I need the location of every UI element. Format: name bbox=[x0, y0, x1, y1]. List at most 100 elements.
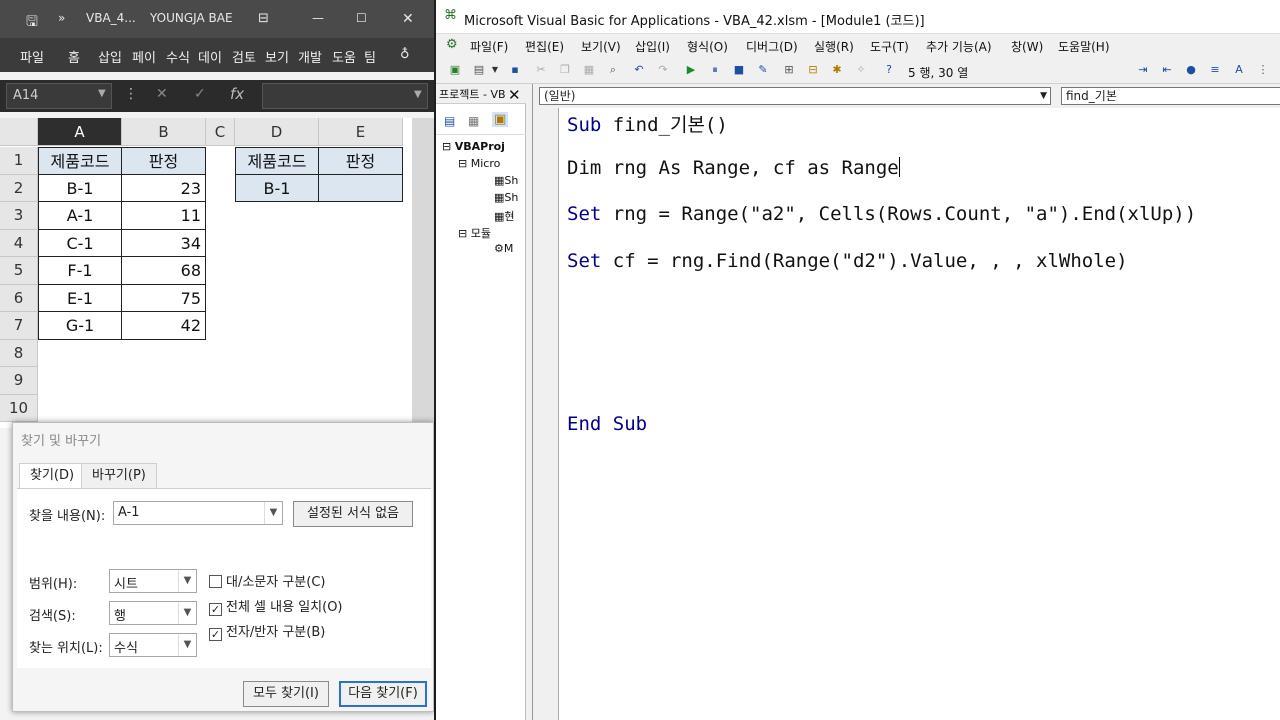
menu-file[interactable]: 파일(F) bbox=[470, 38, 508, 55]
menu-tools[interactable]: 도구(T) bbox=[870, 38, 909, 55]
header-cell-product-code[interactable]: 제품코드 bbox=[38, 147, 122, 175]
format-button[interactable]: 설정된 서식 없음 bbox=[293, 501, 413, 527]
row-header-4[interactable]: 4 bbox=[0, 229, 38, 257]
tab-insert[interactable]: 삽입 bbox=[98, 47, 122, 66]
tree-modules-folder[interactable]: ⊟ 모듈 bbox=[458, 225, 491, 241]
undo-icon[interactable]: ↶ bbox=[632, 63, 646, 77]
paste-icon[interactable]: ▦ bbox=[582, 63, 596, 77]
tab-data[interactable]: 데이 bbox=[198, 47, 222, 66]
name-box[interactable]: A14 bbox=[6, 83, 112, 109]
formula-input[interactable] bbox=[262, 83, 428, 109]
table-cell[interactable]: 42 bbox=[122, 312, 206, 340]
outdent-icon[interactable]: ⇤ bbox=[1160, 63, 1174, 77]
search-select[interactable]: 행 ▼ bbox=[109, 601, 197, 625]
code-line-2[interactable]: Dim rng As Range, cf as Range bbox=[567, 157, 900, 179]
find-next-button[interactable]: 다음 찾기(F) bbox=[339, 681, 427, 707]
tree-microsoft-objects[interactable]: ⊟ Micro bbox=[458, 157, 500, 170]
column-header-c[interactable]: C bbox=[206, 118, 235, 146]
header-cell-product-code-lookup[interactable]: 제품코드 bbox=[235, 147, 319, 175]
tree-module1[interactable]: ⚙M bbox=[494, 242, 513, 255]
toggle-folders-icon[interactable]: ▣ bbox=[492, 112, 509, 127]
lookup-code-cell[interactable]: B-1 bbox=[235, 174, 319, 202]
object-browser-icon[interactable]: ✱ bbox=[830, 63, 844, 77]
column-header-b[interactable]: B bbox=[122, 118, 206, 146]
menu-window[interactable]: 창(W) bbox=[1011, 38, 1043, 55]
chevron-down-icon[interactable]: ▼ bbox=[178, 634, 196, 656]
row-header-1[interactable]: 1 bbox=[0, 147, 38, 175]
row-header-9[interactable]: 9 bbox=[0, 367, 38, 395]
cancel-icon[interactable]: ✕ bbox=[156, 86, 168, 102]
menu-help[interactable]: 도움말(H) bbox=[1058, 38, 1110, 55]
menu-edit[interactable]: 편집(E) bbox=[525, 38, 564, 55]
project-explorer-icon[interactable]: ⊞ bbox=[782, 63, 796, 77]
excel-user-name[interactable]: YOUNGJA BAE bbox=[150, 11, 233, 25]
tab-replace[interactable]: 바꾸기(P) bbox=[81, 463, 157, 489]
tree-sheet-2[interactable]: ▦Sh bbox=[494, 191, 518, 204]
column-header-d[interactable]: D bbox=[235, 118, 319, 146]
uncomment-icon[interactable]: A bbox=[1232, 63, 1246, 77]
cut-icon[interactable]: ✂ bbox=[534, 63, 548, 77]
code-line-4[interactable]: Set cf = rng.Find(Range("d2").Value, , ,… bbox=[567, 250, 1128, 272]
comment-icon[interactable]: ≡ bbox=[1208, 63, 1222, 77]
table-cell[interactable]: 68 bbox=[122, 257, 206, 285]
view-excel-icon[interactable]: ▣ bbox=[448, 63, 462, 77]
checkbox-checked-icon[interactable]: ✓ bbox=[209, 603, 222, 616]
column-header-a[interactable]: A bbox=[38, 118, 122, 146]
view-object-icon[interactable]: ▦ bbox=[468, 114, 479, 128]
namebox-dropdown-icon[interactable]: ▼ bbox=[98, 88, 106, 99]
find-what-input[interactable]: A-1 ▼ bbox=[113, 501, 283, 525]
run-icon[interactable]: ▶ bbox=[684, 63, 698, 77]
code-line-3[interactable]: Set rng = Range("a2", Cells(Rows.Count, … bbox=[567, 203, 1196, 225]
redo-icon[interactable]: ↷ bbox=[656, 63, 670, 77]
copy-icon[interactable]: ❐ bbox=[558, 63, 572, 77]
menu-insert[interactable]: 삽입(I) bbox=[635, 38, 670, 55]
tree-sheet-1[interactable]: ▦Sh bbox=[494, 174, 518, 187]
table-cell[interactable]: F-1 bbox=[38, 257, 122, 285]
chevron-down-icon[interactable]: ▼ bbox=[178, 602, 196, 624]
find-all-button[interactable]: 모두 찾기(I) bbox=[243, 681, 329, 707]
row-header-6[interactable]: 6 bbox=[0, 284, 38, 312]
tab-home[interactable]: 홈 bbox=[68, 47, 80, 66]
checkbox-box[interactable] bbox=[209, 575, 222, 588]
header-cell-judgement-lookup[interactable]: 판정 bbox=[319, 147, 403, 175]
ribbon-display-icon[interactable]: ⊟ bbox=[258, 11, 269, 26]
view-code-icon[interactable]: ▤ bbox=[444, 114, 455, 128]
tab-file[interactable]: 파일 bbox=[20, 47, 44, 66]
insert-function-icon[interactable]: fx bbox=[230, 85, 244, 103]
lightbulb-icon[interactable]: ♁ bbox=[400, 47, 410, 62]
tab-team[interactable]: 팀 bbox=[364, 47, 376, 66]
chevron-down-icon[interactable]: ▼ bbox=[488, 63, 502, 77]
tab-formulas[interactable]: 수식 bbox=[166, 47, 190, 66]
expand-formula-icon[interactable]: ▼ bbox=[414, 89, 422, 100]
properties-icon[interactable]: ⊟ bbox=[806, 63, 820, 77]
table-cell[interactable]: 75 bbox=[122, 284, 206, 312]
menu-addins[interactable]: 추가 기능(A) bbox=[926, 38, 992, 55]
row-header-5[interactable]: 5 bbox=[0, 257, 38, 285]
lookup-result-cell[interactable] bbox=[319, 174, 403, 202]
table-cell[interactable]: A-1 bbox=[38, 202, 122, 230]
chevron-down-icon[interactable]: ▼ bbox=[264, 502, 282, 524]
tab-help[interactable]: 도움 bbox=[332, 47, 356, 66]
tab-find[interactable]: 찾기(D) bbox=[19, 463, 86, 489]
tree-project[interactable]: ⊟ VBAProj bbox=[442, 140, 505, 153]
tab-review[interactable]: 검토 bbox=[232, 47, 256, 66]
indent-icon[interactable]: ⇥ bbox=[1136, 63, 1150, 77]
more-options-icon[interactable]: ⋮ bbox=[124, 86, 138, 102]
close-icon[interactable]: ✕ bbox=[402, 11, 414, 27]
chevron-down-icon[interactable]: ▼ bbox=[178, 570, 196, 592]
breakpoint-icon[interactable]: ● bbox=[1184, 63, 1198, 77]
table-cell[interactable]: B-1 bbox=[38, 174, 122, 202]
toolbar-options-icon[interactable]: ⋮ bbox=[1256, 63, 1270, 77]
header-cell-judgement[interactable]: 판정 bbox=[122, 147, 206, 175]
row-header-10[interactable]: 10 bbox=[0, 394, 38, 422]
table-cell[interactable]: E-1 bbox=[38, 284, 122, 312]
code-line-end[interactable]: End Sub bbox=[567, 413, 647, 435]
close-icon[interactable]: ✕ bbox=[508, 86, 521, 104]
tree-workbook[interactable]: ▦현 bbox=[494, 208, 515, 224]
column-header-e[interactable]: E bbox=[319, 118, 403, 146]
tab-developer[interactable]: 개발 bbox=[298, 47, 322, 66]
more-commands-icon[interactable]: » bbox=[58, 11, 65, 25]
select-all-corner[interactable] bbox=[0, 118, 38, 146]
menu-run[interactable]: 실행(R) bbox=[814, 38, 854, 55]
design-mode-icon[interactable]: ✎ bbox=[756, 63, 770, 77]
